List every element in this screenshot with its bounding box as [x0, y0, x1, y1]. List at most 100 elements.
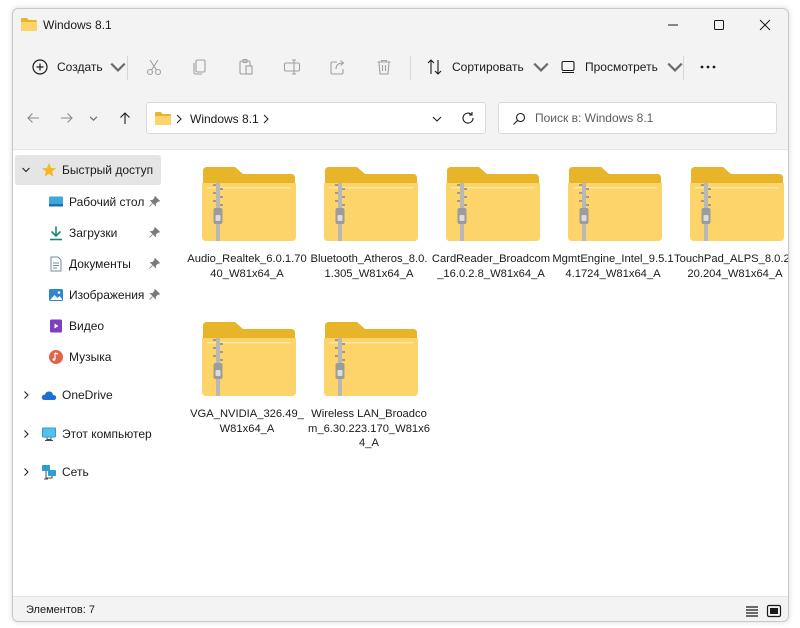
- share-button[interactable]: [329, 47, 347, 87]
- sidebar-item-label: Музыка: [69, 350, 112, 364]
- plus-circle-icon: [32, 59, 48, 75]
- star-icon: [41, 163, 57, 177]
- document-icon: [50, 256, 62, 272]
- chevron-down-icon: [533, 62, 549, 72]
- refresh-icon[interactable]: [461, 111, 475, 125]
- file-name: VGA_NVIDIA_326.49_W81x64_A: [190, 408, 304, 435]
- sidebar-item-this-pc[interactable]: Этот компьютер: [15, 419, 161, 449]
- back-button[interactable]: [22, 107, 44, 129]
- sidebar-item-onedrive[interactable]: OneDrive: [15, 380, 161, 410]
- file-item[interactable]: CardReader_Broadcom_16.0.2.8_W81x64_A: [430, 150, 550, 300]
- sidebar-item-label: Загрузки: [69, 226, 118, 240]
- search-box[interactable]: [498, 102, 777, 134]
- copy-icon: [193, 59, 206, 75]
- zip-folder-icon: [446, 167, 540, 241]
- sidebar-item-label: Изображения: [69, 288, 145, 302]
- file-item[interactable]: VGA_NVIDIA_326.49_W81x64_A: [186, 305, 304, 455]
- up-button[interactable]: [114, 107, 136, 129]
- window-title: Windows 8.1: [43, 18, 112, 32]
- file-name: Bluetooth_Atheros_8.0.1.305_W81x64_A: [310, 253, 428, 280]
- file-name: CardReader_Broadcom_16.0.2.8_W81x64_A: [431, 253, 551, 280]
- sort-button[interactable]: Сортировать: [426, 47, 550, 87]
- explorer-window: Windows 8.1 Создать Сортировать Просмотр…: [12, 8, 789, 622]
- chevron-down-icon: [667, 62, 683, 72]
- sidebar-item-label: Видео: [69, 319, 105, 333]
- video-icon: [50, 319, 62, 333]
- chevron-right-icon[interactable]: [261, 113, 271, 125]
- sidebar-item-pictures[interactable]: Изображения: [15, 280, 161, 310]
- details-view-icon[interactable]: [744, 603, 760, 619]
- minimize-icon: [668, 24, 678, 26]
- delete-button[interactable]: [375, 47, 393, 87]
- file-name: Wireless LAN_Broadcom_6.30.223.170_W81x6…: [308, 408, 430, 449]
- chevron-right-icon[interactable]: [21, 390, 31, 400]
- file-grid: Audio_Realtek_6.0.1.7040_W81x64_A Blueto…: [173, 150, 789, 596]
- sort-label: Сортировать: [452, 60, 524, 74]
- rename-icon: [283, 59, 301, 75]
- pin-icon: [149, 289, 160, 300]
- delete-icon: [377, 59, 391, 75]
- create-button[interactable]: Создать: [31, 47, 127, 87]
- file-item[interactable]: Audio_Realtek_6.0.1.7040_W81x64_A: [186, 150, 307, 300]
- sidebar-item-network[interactable]: Сеть: [15, 457, 161, 487]
- file-name: TouchPad_ALPS_8.0.2020.204_W81x64_A: [674, 253, 789, 280]
- folder-icon: [155, 112, 171, 125]
- file-item[interactable]: TouchPad_ALPS_8.0.2020.204_W81x64_A: [674, 150, 789, 300]
- paste-button[interactable]: [237, 47, 255, 87]
- desktop-icon: [49, 196, 63, 207]
- chevron-down-icon: [89, 115, 97, 121]
- paste-icon: [239, 58, 253, 75]
- view-button[interactable]: Просмотреть: [559, 47, 684, 87]
- address-bar[interactable]: Windows 8.1: [146, 102, 486, 134]
- file-item[interactable]: MgmtEngine_Intel_9.5.14.1724_W81x64_A: [552, 150, 674, 300]
- zip-folder-icon: [324, 167, 418, 241]
- file-item[interactable]: Bluetooth_Atheros_8.0.1.305_W81x64_A: [308, 150, 427, 300]
- network-icon: [42, 465, 56, 480]
- computer-icon: [42, 427, 56, 441]
- forward-button[interactable]: [56, 107, 78, 129]
- maximize-button[interactable]: [696, 9, 742, 41]
- chevron-right-icon[interactable]: [21, 429, 31, 439]
- download-icon: [50, 226, 62, 241]
- sidebar-item-label: OneDrive: [62, 388, 113, 402]
- view-icon: [561, 60, 575, 74]
- toolbar-divider: [683, 56, 684, 80]
- content-area: Быстрый доступ Рабочий стол Загрузки Док…: [13, 149, 788, 597]
- close-button[interactable]: [742, 9, 788, 41]
- sidebar-item-desktop[interactable]: Рабочий стол: [15, 187, 161, 217]
- zip-folder-icon: [690, 167, 784, 241]
- cut-button[interactable]: [145, 47, 163, 87]
- chevron-down-icon[interactable]: [21, 165, 31, 175]
- pin-icon: [149, 258, 160, 269]
- file-item[interactable]: Wireless LAN_Broadcom_6.30.223.170_W81x6…: [308, 305, 430, 455]
- search-icon: [513, 112, 526, 125]
- copy-button[interactable]: [191, 47, 209, 87]
- search-input[interactable]: [535, 107, 765, 129]
- large-icons-view-icon[interactable]: [766, 603, 782, 619]
- pin-icon: [149, 227, 160, 238]
- music-icon: [49, 350, 63, 364]
- address-row: Windows 8.1: [13, 101, 788, 135]
- chevron-right-icon[interactable]: [21, 467, 31, 477]
- rename-button[interactable]: [283, 47, 301, 87]
- toolbar-divider: [410, 56, 411, 80]
- view-label: Просмотреть: [585, 60, 658, 74]
- sidebar-item-quick-access[interactable]: Быстрый доступ: [15, 155, 161, 185]
- chevron-right-icon[interactable]: [174, 113, 184, 125]
- sidebar-item-videos[interactable]: Видео: [15, 311, 161, 341]
- chevron-down-icon[interactable]: [431, 113, 443, 125]
- chevron-down-icon: [110, 62, 126, 72]
- cloud-icon: [41, 391, 57, 400]
- sidebar-item-documents[interactable]: Документы: [15, 249, 161, 279]
- sidebar-item-label: Рабочий стол: [69, 195, 145, 209]
- close-icon: [759, 19, 771, 31]
- file-name: Audio_Realtek_6.0.1.7040_W81x64_A: [187, 253, 307, 280]
- status-bar: Элементов: 7: [13, 599, 788, 621]
- sidebar-item-music[interactable]: Музыка: [15, 342, 161, 372]
- sidebar-item-downloads[interactable]: Загрузки: [15, 218, 161, 248]
- breadcrumb[interactable]: Windows 8.1: [190, 112, 259, 126]
- minimize-button[interactable]: [650, 9, 696, 41]
- recent-locations-button[interactable]: [86, 107, 100, 129]
- more-options-button[interactable]: [699, 47, 717, 87]
- sort-icon: [427, 59, 442, 75]
